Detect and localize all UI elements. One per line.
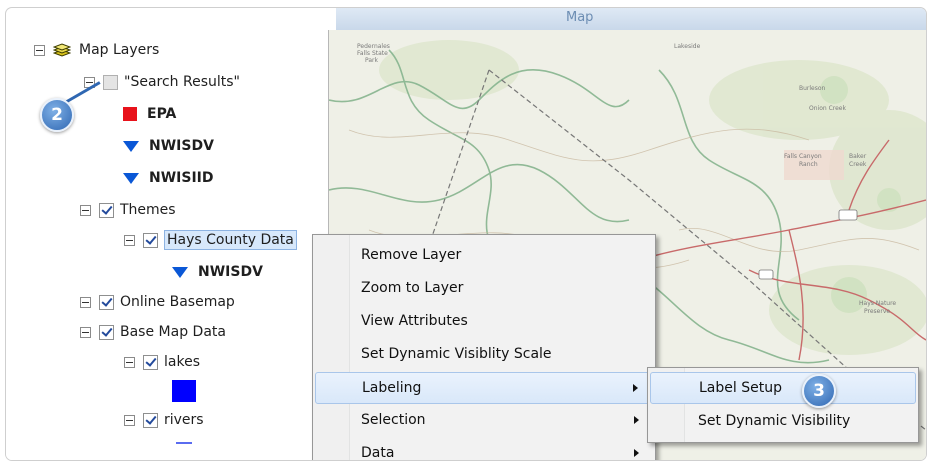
svg-text:Park: Park [365, 57, 378, 64]
svg-text:Pedernales: Pedernales [357, 43, 390, 50]
layers-icon [53, 43, 71, 57]
map-title-strip: Map [336, 8, 926, 30]
menu-item-label: Remove Layer [361, 247, 462, 263]
tree-label: Themes [120, 202, 176, 218]
layer-tree: Map Layers "Search Results" EPA NWISDV N… [6, 30, 329, 460]
menu-item-label: View Attributes [361, 313, 468, 329]
collapse-toggle-icon[interactable] [80, 326, 91, 338]
tree-item-themes[interactable]: Themes [80, 198, 176, 222]
tree-item-hays-county-data[interactable]: Hays County Data [124, 228, 297, 252]
tree-label: NWISDV [149, 138, 214, 154]
menu-item-remove-layer[interactable]: Remove Layer [315, 240, 653, 270]
tree-item-nwisdv[interactable]: NWISDV [123, 134, 214, 158]
layer-checkbox[interactable] [99, 294, 114, 310]
tree-item-search-results[interactable]: "Search Results" [84, 70, 240, 94]
tree-label: EPA [147, 106, 177, 122]
tree-item-base-map-data[interactable]: Base Map Data [80, 320, 226, 344]
menu-item-label: Data [361, 445, 395, 460]
collapse-toggle-icon[interactable] [124, 356, 135, 368]
layer-checkbox[interactable] [143, 412, 158, 428]
menu-item-selection[interactable]: Selection [315, 405, 653, 435]
layer-checkbox[interactable] [143, 354, 158, 370]
epa-symbol-icon [123, 107, 137, 121]
layer-checkbox[interactable] [99, 202, 114, 218]
tree-label: rivers [164, 412, 204, 428]
tree-item-hays-nwisdv[interactable]: NWISDV [172, 260, 263, 284]
tree-label: Map Layers [79, 42, 160, 58]
submenu-arrow-icon [634, 449, 639, 457]
tree-label-selected: Hays County Data [164, 230, 297, 250]
menu-item-zoom-to-layer[interactable]: Zoom to Layer [315, 273, 653, 303]
svg-text:Lakeside: Lakeside [674, 43, 701, 50]
tree-item-nwisiid[interactable]: NWISIID [123, 166, 214, 190]
tree-item-lakes[interactable]: lakes [124, 350, 200, 374]
collapse-toggle-icon[interactable] [80, 296, 91, 308]
tree-item-map-layers[interactable]: Map Layers [34, 38, 159, 62]
callout-badge-2: 2 [40, 98, 74, 132]
collapse-toggle-icon[interactable] [124, 414, 135, 426]
menu-item-label: Zoom to Layer [361, 280, 464, 296]
submenu-arrow-icon [634, 416, 639, 424]
menu-item-labeling[interactable]: Labeling [315, 372, 653, 404]
tree-label: Base Map Data [120, 324, 226, 340]
collapse-toggle-icon[interactable] [80, 204, 91, 216]
menu-item-label-setup[interactable]: Label Setup [650, 372, 916, 404]
tree-item-rivers[interactable]: rivers [124, 408, 204, 432]
tree-label: Online Basemap [120, 294, 235, 310]
callout-badge-3: 3 [802, 374, 836, 408]
menu-item-view-attributes[interactable]: View Attributes [315, 306, 653, 336]
svg-text:Preserve: Preserve [864, 308, 890, 315]
context-menu: Remove Layer Zoom to Layer View Attribut… [312, 234, 656, 460]
menu-item-set-dynamic-visibility-scale[interactable]: Set Dynamic Visiblity Scale [315, 339, 653, 369]
tree-label: "Search Results" [124, 74, 240, 90]
lakes-symbol-swatch [172, 380, 196, 402]
svg-text:Burleson: Burleson [799, 85, 826, 92]
svg-text:Baker: Baker [849, 153, 867, 160]
menu-item-label: Label Setup [699, 380, 782, 396]
labeling-submenu: Label Setup Set Dynamic Visibility [647, 367, 919, 443]
collapse-toggle-icon[interactable] [34, 44, 45, 56]
map-title: Map [566, 10, 594, 25]
menu-item-label: Set Dynamic Visibility [698, 413, 851, 429]
tree-label: NWISIID [149, 170, 214, 186]
svg-text:Creek: Creek [849, 161, 867, 168]
triangle-marker-icon [123, 172, 139, 184]
submenu-arrow-icon [633, 384, 638, 392]
svg-text:Onion Creek: Onion Creek [809, 105, 846, 112]
svg-text:Hays Nature: Hays Nature [859, 300, 896, 307]
tree-label: NWISDV [198, 264, 263, 280]
menu-item-label: Set Dynamic Visiblity Scale [361, 346, 552, 362]
layer-checkbox[interactable] [143, 232, 158, 248]
collapse-toggle-icon[interactable] [124, 234, 135, 246]
menu-item-label: Selection [361, 412, 426, 428]
svg-text:Ranch: Ranch [799, 161, 818, 168]
app-window: Map Map Layers "Search Results" EPA NWIS… [6, 8, 926, 460]
svg-text:Falls Canyon: Falls Canyon [784, 153, 822, 160]
triangle-marker-icon [172, 266, 188, 278]
svg-text:Falls State: Falls State [357, 50, 388, 57]
rivers-symbol-swatch [176, 442, 192, 444]
tree-label: lakes [164, 354, 200, 370]
menu-item-data[interactable]: Data [315, 438, 653, 460]
tree-item-epa[interactable]: EPA [123, 102, 176, 126]
layer-checkbox[interactable] [99, 324, 114, 340]
menu-item-label: Labeling [362, 380, 422, 396]
layer-checkbox[interactable] [103, 74, 118, 90]
menu-item-set-dynamic-visibility[interactable]: Set Dynamic Visibility [650, 406, 916, 436]
triangle-marker-icon [123, 140, 139, 152]
tree-item-online-basemap[interactable]: Online Basemap [80, 290, 235, 314]
